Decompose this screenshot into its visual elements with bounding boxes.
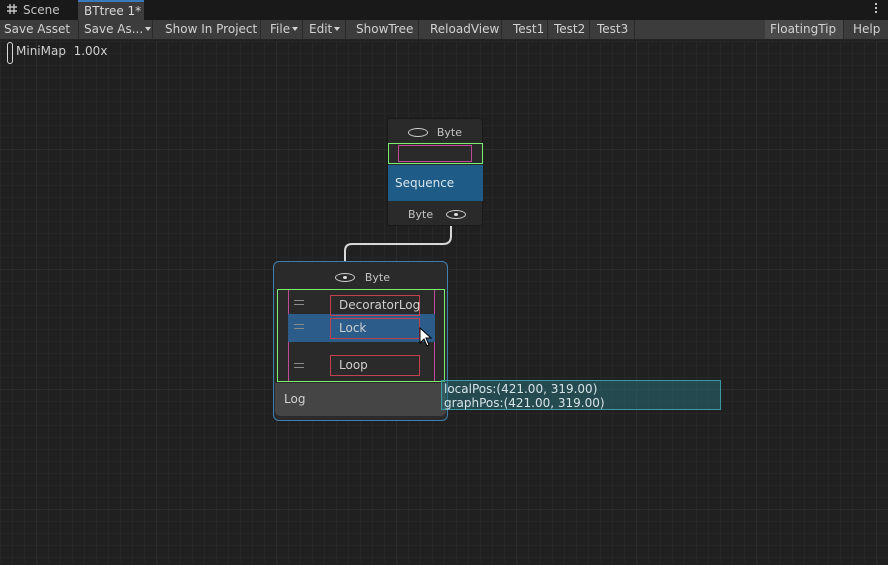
grid-hash-icon <box>7 4 17 14</box>
tooltip-local-pos: localPos:(421.00, 319.00) <box>444 382 598 396</box>
sequence-output-port-label: Byte <box>408 208 434 221</box>
more-options-icon[interactable] <box>874 2 878 16</box>
sequence-decorator-slot-inner <box>398 145 472 162</box>
log-node-title: Log <box>275 383 446 416</box>
save-as-dropdown[interactable]: Save As... <box>80 20 153 39</box>
reload-view-button[interactable]: ReloadView <box>426 20 502 39</box>
file-menu[interactable]: File <box>266 20 303 39</box>
chevron-down-icon <box>145 27 152 31</box>
floating-tooltip: localPos:(421.00, 319.00) graphPos:(421.… <box>441 380 721 410</box>
show-tree-button[interactable]: ShowTree <box>352 20 419 39</box>
help-button[interactable]: Help <box>848 20 888 39</box>
log-input-port-label: Byte <box>364 271 390 284</box>
save-asset-button[interactable]: Save Asset <box>0 20 79 39</box>
tab-bttree[interactable]: BTtree 1* <box>78 0 144 20</box>
show-in-project-button[interactable]: Show In Project <box>159 20 261 39</box>
reload-view-label: ReloadView <box>430 22 500 36</box>
minimap-toggle[interactable]: MiniMap 1.00x <box>7 42 107 64</box>
tooltip-graph-pos: graphPos:(421.00, 319.00) <box>444 396 605 410</box>
sequence-input-port-label: Byte <box>436 126 462 139</box>
toolbar: Save Asset Save As... Show In Project Fi… <box>0 20 888 40</box>
test2-button[interactable]: Test2 <box>550 20 590 39</box>
port-connected-icon <box>335 273 355 282</box>
save-asset-label: Save Asset <box>4 22 71 36</box>
drag-handle-icon[interactable] <box>294 324 304 329</box>
test1-button[interactable]: Test1 <box>509 20 548 39</box>
edit-menu-label: Edit <box>309 22 333 36</box>
decorator-item[interactable]: DecoratorLog <box>330 295 420 316</box>
zoom-level: 1.00x <box>73 44 108 58</box>
save-as-label: Save As... <box>84 22 144 36</box>
tab-strip: Scene BTtree 1* <box>0 0 888 20</box>
sequence-node-title: Sequence <box>388 165 483 201</box>
test2-label: Test2 <box>554 22 586 36</box>
log-input-port[interactable]: Byte <box>335 270 390 284</box>
tab-scene[interactable]: Scene <box>0 0 76 20</box>
floating-tip-label: FloatingTip <box>770 22 837 36</box>
tab-scene-label: Scene <box>23 3 60 17</box>
sequence-output-port[interactable]: Byte <box>408 207 466 221</box>
show-in-project-label: Show In Project <box>165 22 258 36</box>
sequence-input-port[interactable]: Byte <box>408 125 462 139</box>
mouse-cursor-icon <box>419 327 433 347</box>
drag-handle-icon[interactable] <box>294 300 304 305</box>
port-icon <box>408 128 428 137</box>
minimap-toggle-icon <box>7 42 13 64</box>
test1-label: Test1 <box>513 22 545 36</box>
tab-bttree-label: BTtree 1* <box>84 4 142 18</box>
test3-label: Test3 <box>597 22 629 36</box>
floating-tip-toggle[interactable]: FloatingTip <box>765 20 844 39</box>
edit-menu[interactable]: Edit <box>305 20 346 39</box>
show-tree-label: ShowTree <box>356 22 414 36</box>
sequence-decorator-slot[interactable] <box>388 143 483 164</box>
sequence-node[interactable]: Byte Sequence Byte <box>387 118 483 226</box>
file-menu-label: File <box>270 22 291 36</box>
chevron-down-icon <box>334 27 341 31</box>
minimap-label: MiniMap <box>16 44 66 58</box>
decorator-item-selected[interactable]: Lock <box>330 318 420 339</box>
port-connected-icon <box>445 210 466 219</box>
help-label: Help <box>853 22 881 36</box>
chevron-down-icon <box>292 27 299 31</box>
decorator-item[interactable]: Loop <box>330 355 420 376</box>
test3-button[interactable]: Test3 <box>593 20 635 39</box>
drag-handle-icon[interactable] <box>294 363 304 368</box>
